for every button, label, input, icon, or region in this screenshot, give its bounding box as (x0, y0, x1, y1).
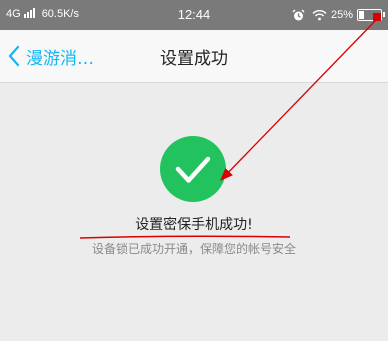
page-title: 设置成功 (160, 49, 228, 69)
wifi-icon (312, 9, 327, 21)
battery-percent: 25% (330, 9, 353, 21)
status-right: 25% (292, 6, 385, 24)
success-title: 设置密保手机成功! (135, 217, 253, 233)
alarm-icon (292, 9, 305, 22)
nav-bar: 漫游消… 设置成功 (0, 30, 388, 83)
battery-icon (357, 9, 385, 21)
success-description: 设备锁已成功开通，保障您的帐号安全 (91, 242, 296, 256)
content-area (0, 83, 388, 341)
check-circle-icon (160, 136, 226, 206)
status-bar: 4G 60.5K/s 12:44 25% (0, 0, 388, 30)
